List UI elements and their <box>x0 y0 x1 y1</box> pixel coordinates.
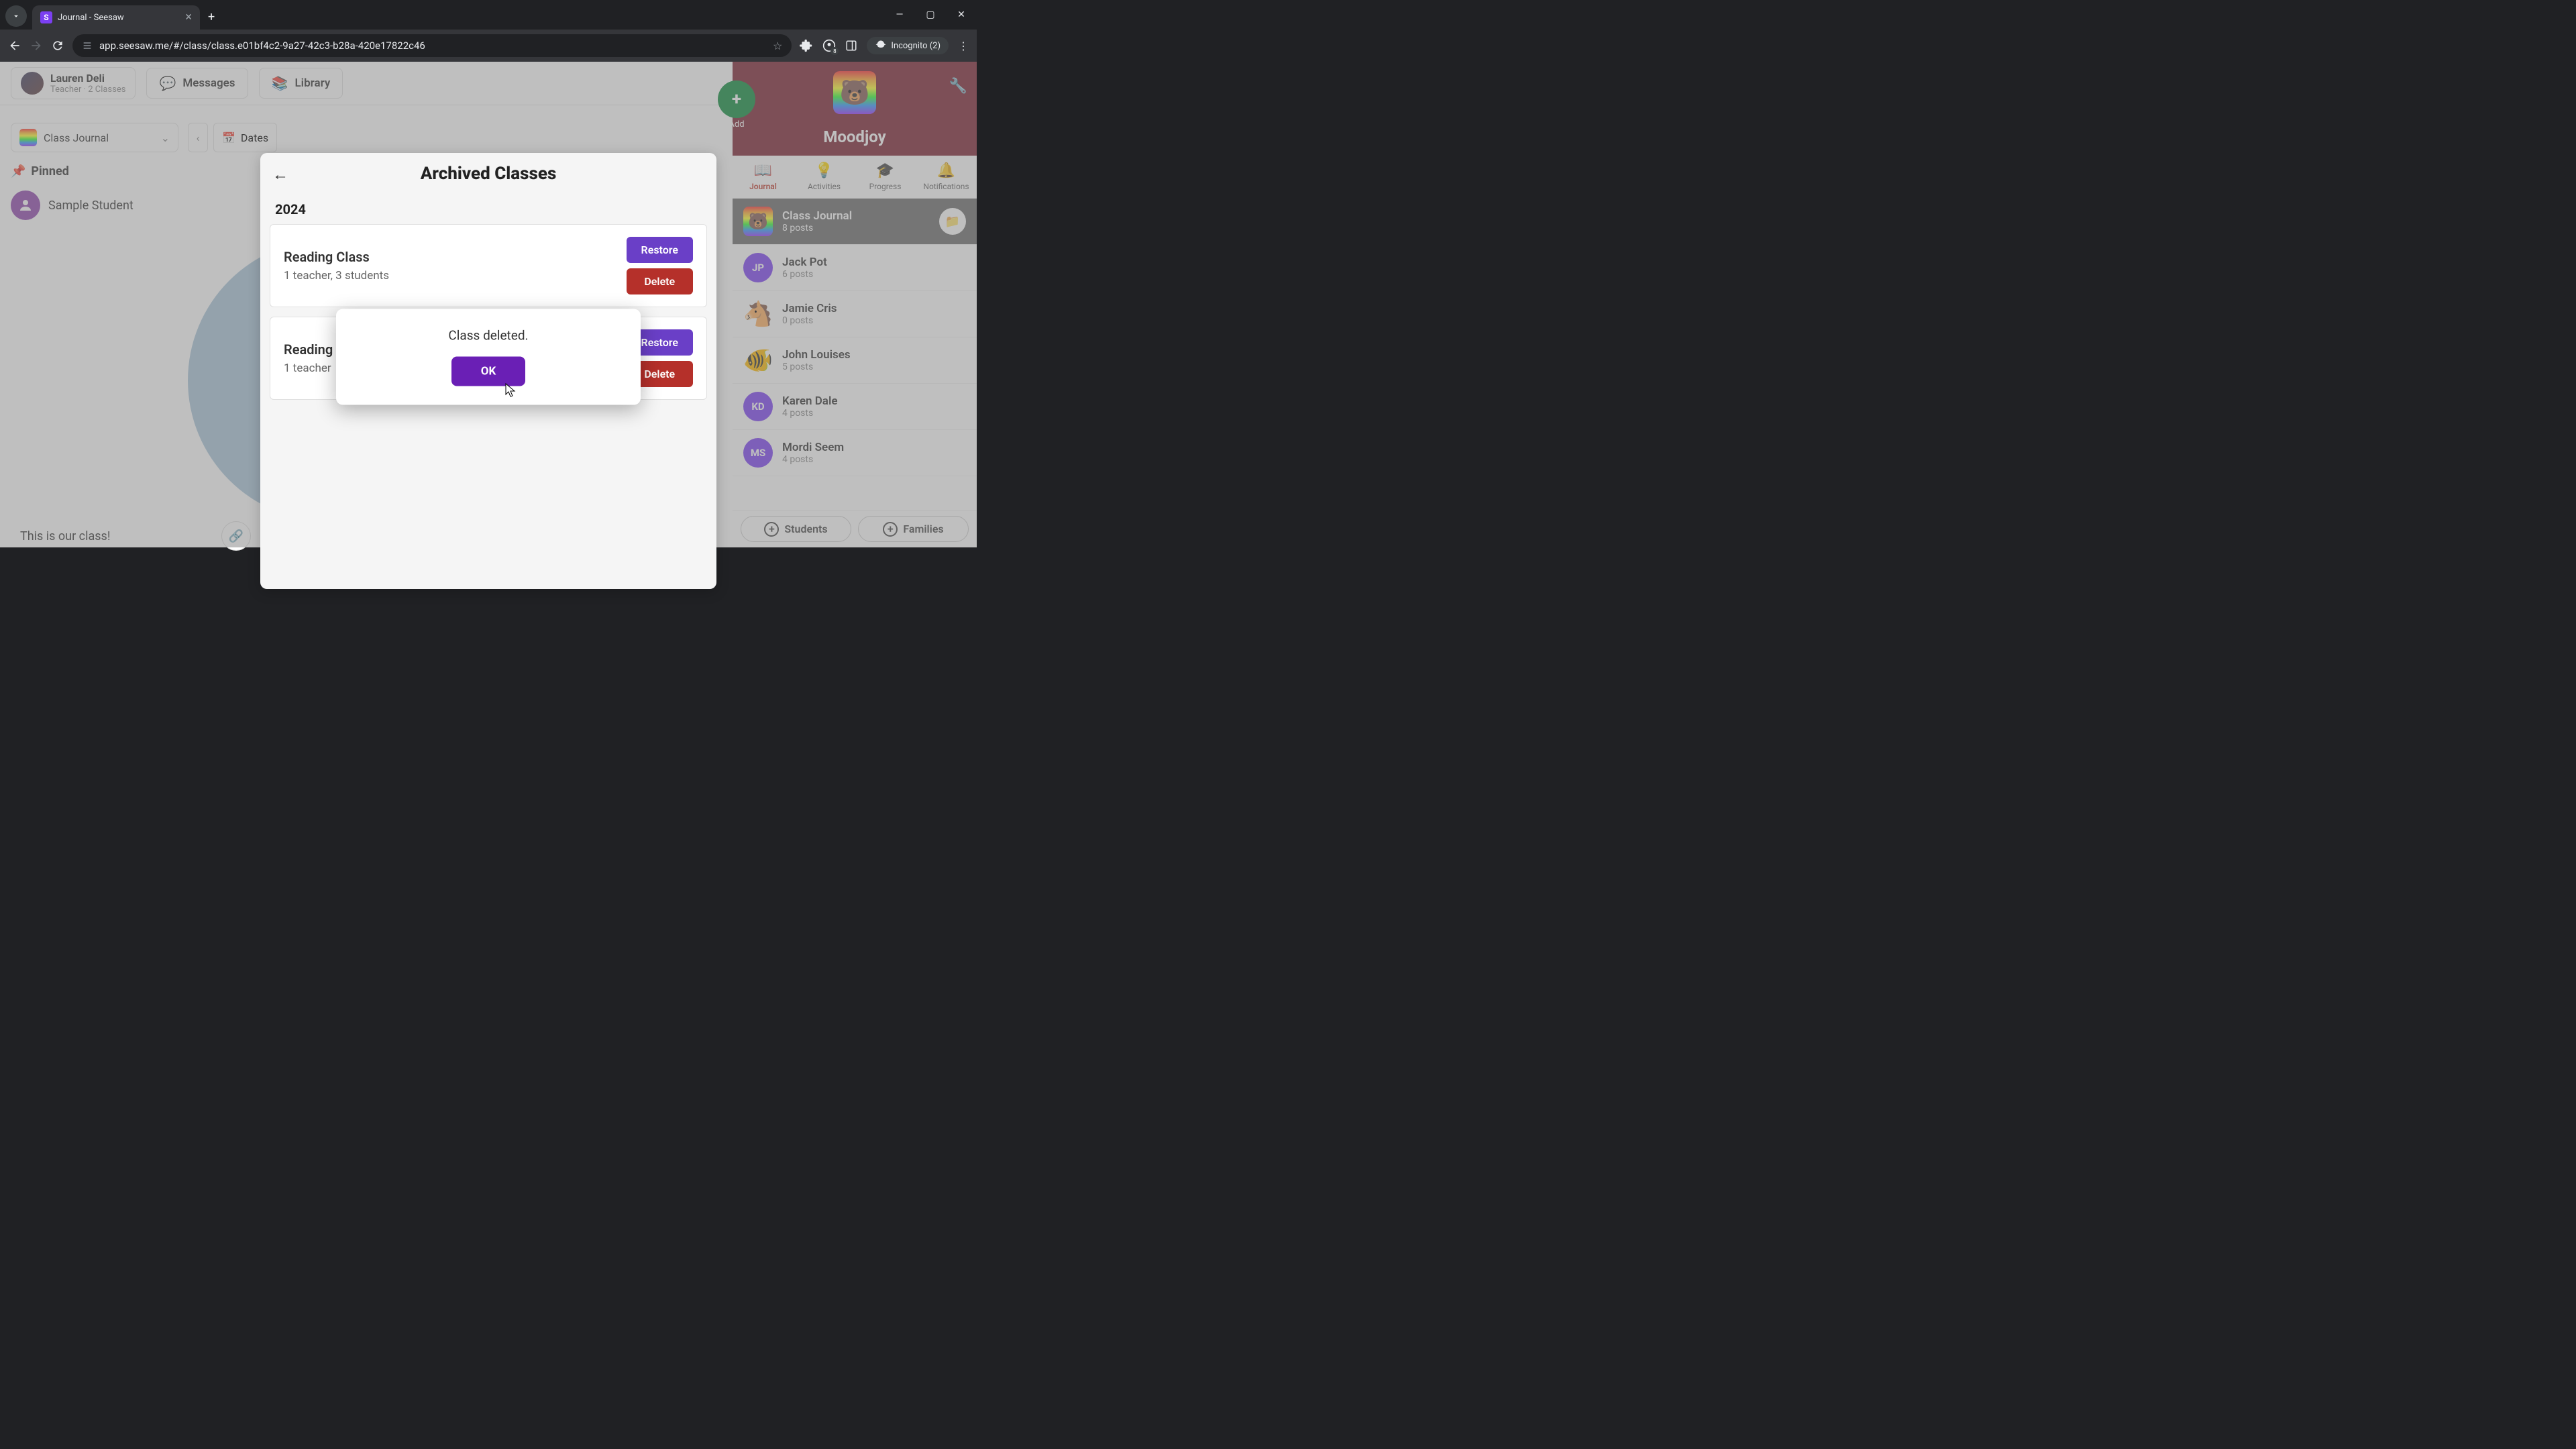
confirm-dialog: Class deleted. OK <box>336 309 641 405</box>
confirm-message: Class deleted. <box>448 328 528 343</box>
maximize-button[interactable]: ▢ <box>915 0 946 30</box>
forward-button[interactable] <box>30 39 43 52</box>
class-title: Reading <box>284 341 333 358</box>
profile-icon[interactable]: 8 <box>822 39 836 52</box>
close-icon[interactable]: × <box>185 11 192 23</box>
modal-back-button[interactable]: ← <box>272 165 288 184</box>
incognito-badge[interactable]: Incognito (2) <box>867 37 949 54</box>
site-settings-icon[interactable] <box>82 40 93 51</box>
close-window-button[interactable]: ✕ <box>946 0 977 30</box>
url-bar[interactable]: app.seesaw.me/#/class/class.e01bf4c2-9a2… <box>72 34 792 57</box>
chevron-down-icon <box>11 11 21 21</box>
bookmark-star-icon[interactable]: ☆ <box>773 40 782 52</box>
tab-favicon: S <box>40 11 52 23</box>
class-subtitle: 1 teacher, 3 students <box>284 269 389 282</box>
class-subtitle: 1 teacher <box>284 362 333 375</box>
delete-button[interactable]: Delete <box>627 268 693 294</box>
extensions-icon[interactable] <box>800 39 813 52</box>
browser-toolbar: app.seesaw.me/#/class/class.e01bf4c2-9a2… <box>0 30 977 62</box>
reload-button[interactable] <box>51 39 64 52</box>
restore-button[interactable]: Restore <box>627 237 693 263</box>
new-tab-button[interactable]: + <box>208 10 215 24</box>
url-text: app.seesaw.me/#/class/class.e01bf4c2-9a2… <box>99 40 766 52</box>
class-title: Reading Class <box>284 249 389 265</box>
archived-class-card: Reading Class 1 teacher, 3 students Restor… <box>270 224 707 307</box>
year-label: 2024 <box>260 195 716 224</box>
browser-chrome: S Journal - Seesaw × + — ▢ ✕ app.seesaw.… <box>0 0 977 62</box>
incognito-label: Incognito (2) <box>891 41 941 51</box>
ok-button[interactable]: OK <box>451 357 526 386</box>
tab-title: Journal - Seesaw <box>58 13 180 23</box>
tabs-dropdown[interactable] <box>5 5 27 27</box>
side-panel-icon[interactable] <box>845 40 857 52</box>
tab-bar: S Journal - Seesaw × + — ▢ ✕ <box>0 0 977 30</box>
incognito-icon <box>875 40 887 52</box>
browser-tab[interactable]: S Journal - Seesaw × <box>32 5 200 30</box>
app-content: Lauren Deli Teacher · 2 Classes 💬 Messag… <box>0 62 977 547</box>
modal-title: Archived Classes <box>421 164 557 184</box>
back-button[interactable] <box>8 39 21 52</box>
minimize-button[interactable]: — <box>884 0 915 30</box>
menu-button[interactable]: ⋮ <box>958 40 969 52</box>
